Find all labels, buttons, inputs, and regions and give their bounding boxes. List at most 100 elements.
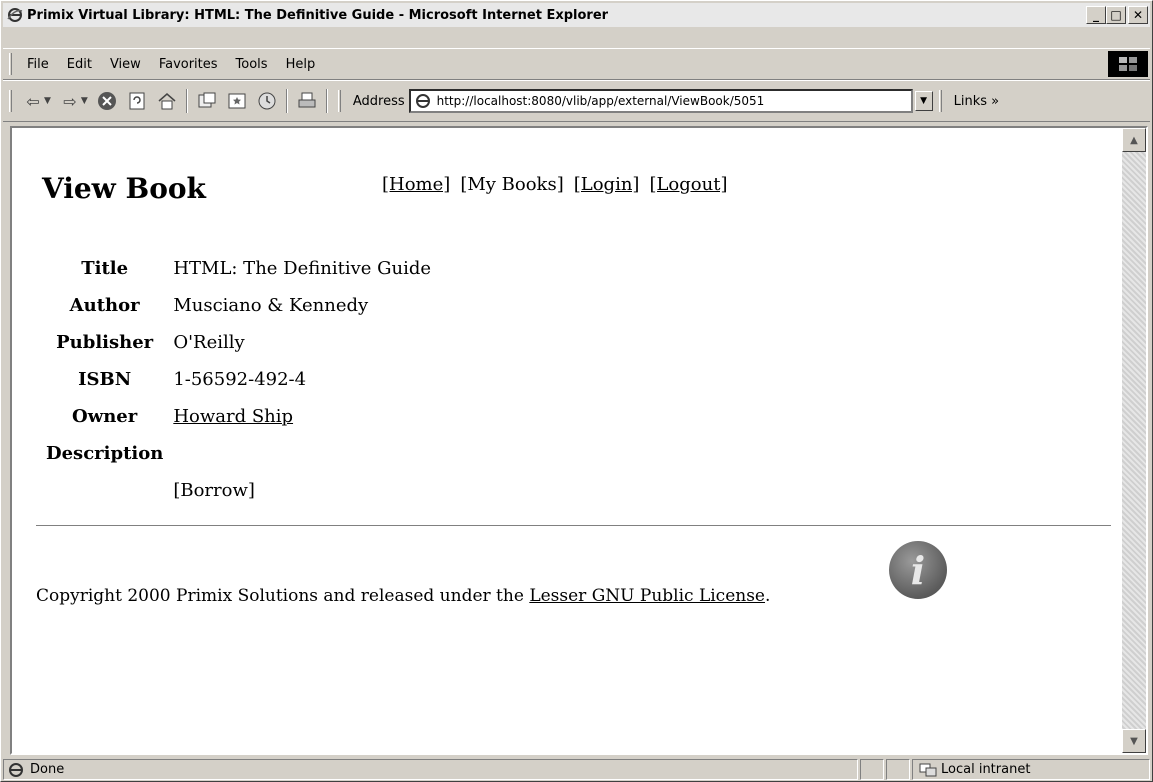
home-button[interactable] — [154, 88, 180, 114]
menu-bar: File Edit View Favorites Tools Help — [3, 48, 1150, 80]
stop-button[interactable] — [94, 88, 120, 114]
isbn-value: 1-56592-492-4 — [173, 369, 307, 390]
status-panel — [886, 759, 910, 780]
favorites-button[interactable] — [224, 88, 250, 114]
standard-toolbar: ⇦ ▼ ⇨ ▼ Address http://localhost:8080/vl… — [3, 80, 1150, 122]
zone-text: Local intranet — [941, 762, 1031, 777]
toolbar-separator — [325, 89, 328, 113]
owner-label: Owner — [72, 406, 138, 427]
table-row: Owner Howard Ship — [40, 398, 437, 435]
title-label: Title — [81, 258, 129, 279]
stop-icon — [97, 92, 116, 110]
links-chevron-icon: » — [991, 93, 1000, 109]
home-icon — [158, 93, 176, 110]
back-arrow-icon: ⇦ — [26, 91, 40, 111]
divider — [36, 525, 1111, 527]
ie-logo-icon — [7, 7, 23, 23]
owner-link[interactable]: Howard Ship — [173, 406, 293, 427]
scroll-down-icon: ▼ — [1130, 735, 1138, 747]
caption-buttons: _ □ ✕ — [1086, 6, 1148, 24]
forward-dropdown-icon[interactable]: ▼ — [81, 96, 88, 106]
favorites-icon — [228, 93, 246, 109]
links-button[interactable]: Links » — [954, 94, 1000, 109]
scroll-up-button[interactable]: ▲ — [1122, 128, 1146, 152]
copyright-text: Copyright 2000 Primix Solutions and rele… — [36, 586, 530, 606]
table-row: ISBN 1-56592-492-4 — [40, 361, 437, 398]
refresh-button[interactable] — [124, 88, 150, 114]
login-link[interactable]: [Login] — [574, 174, 640, 195]
refresh-icon — [129, 92, 145, 110]
links-grip[interactable] — [938, 90, 942, 112]
print-button[interactable] — [294, 88, 320, 114]
status-page-icon — [8, 762, 24, 778]
page-viewport: View Book [Home] [My Books] [Login] [Log… — [10, 126, 1148, 755]
book-details-table: Title HTML: The Definitive Guide Author … — [40, 250, 437, 509]
menu-favorites[interactable]: Favorites — [150, 57, 227, 72]
toolbar-separator — [285, 89, 288, 113]
logout-link[interactable]: [Logout] — [649, 174, 727, 195]
page-title: View Book — [42, 172, 206, 205]
toolbar-separator — [185, 89, 188, 113]
maximize-button[interactable]: □ — [1106, 6, 1126, 24]
status-text: Done — [30, 762, 65, 777]
search-button[interactable] — [194, 88, 220, 114]
history-button[interactable] — [254, 88, 280, 114]
info-letter: i — [910, 547, 926, 593]
printer-icon — [298, 92, 316, 108]
borrow-text: [Borrow] — [173, 480, 255, 501]
table-row: Title HTML: The Definitive Guide — [40, 250, 437, 287]
chevron-down-icon: ▼ — [920, 96, 928, 106]
forward-button[interactable]: ⇨ — [57, 88, 83, 114]
history-icon — [258, 92, 276, 110]
toolbar-grip[interactable] — [9, 90, 12, 112]
table-row: Description — [40, 435, 437, 472]
menu-file[interactable]: File — [18, 57, 58, 72]
info-icon[interactable]: i — [889, 541, 947, 599]
address-label: Address — [352, 93, 405, 109]
minimize-button[interactable]: _ — [1086, 6, 1106, 24]
status-main-panel: Done — [3, 759, 858, 780]
zone-panel: Local intranet — [912, 759, 1150, 780]
home-link[interactable]: [Home] — [382, 174, 450, 195]
address-field[interactable]: http://localhost:8080/vlib/app/external/… — [408, 89, 913, 113]
maximize-icon: □ — [1110, 8, 1122, 22]
status-panel — [860, 759, 884, 780]
title-value: HTML: The Definitive Guide — [173, 258, 432, 279]
links-label: Links — [953, 93, 988, 109]
title-bar: Primix Virtual Library: HTML: The Defini… — [3, 3, 1150, 27]
author-value: Musciano & Kennedy — [173, 295, 369, 316]
my-books-text: [My Books] — [460, 174, 564, 195]
intranet-icon — [919, 762, 937, 778]
footer-period: . — [765, 586, 771, 606]
back-dropdown-icon[interactable]: ▼ — [44, 96, 51, 106]
forward-arrow-icon: ⇨ — [63, 91, 77, 111]
windows-logo-icon — [1108, 51, 1148, 77]
close-icon: ✕ — [1132, 8, 1144, 22]
address-grip[interactable] — [337, 90, 341, 112]
menu-edit[interactable]: Edit — [58, 57, 101, 72]
menu-view[interactable]: View — [101, 57, 150, 72]
browser-window: Primix Virtual Library: HTML: The Defini… — [0, 0, 1153, 782]
nav-links: [Home] [My Books] [Login] [Logout] — [382, 174, 727, 195]
publisher-value: O'Reilly — [173, 332, 245, 353]
address-value: http://localhost:8080/vlib/app/external/… — [436, 94, 765, 108]
author-label: Author — [69, 295, 140, 316]
menu-help[interactable]: Help — [277, 57, 325, 72]
menu-tools[interactable]: Tools — [227, 57, 277, 72]
publisher-label: Publisher — [56, 332, 154, 353]
table-row: Author Musciano & Kennedy — [40, 287, 437, 324]
isbn-label: ISBN — [78, 369, 132, 390]
close-button[interactable]: ✕ — [1128, 6, 1148, 24]
back-button[interactable]: ⇦ — [20, 88, 46, 114]
scroll-up-icon: ▲ — [1130, 134, 1138, 146]
scroll-down-button[interactable]: ▼ — [1122, 729, 1146, 753]
vertical-scrollbar[interactable]: ▲ ▼ — [1122, 128, 1146, 753]
license-link[interactable]: Lesser GNU Public License — [529, 586, 765, 606]
address-dropdown-button[interactable]: ▼ — [914, 91, 933, 111]
footer: Copyright 2000 Primix Solutions and rele… — [36, 586, 770, 606]
window-title: Primix Virtual Library: HTML: The Defini… — [27, 7, 609, 23]
page-icon — [415, 93, 431, 109]
table-row: [Borrow] — [40, 472, 437, 509]
status-bar: Done Local intranet — [3, 758, 1150, 781]
menu-grip[interactable] — [9, 53, 12, 75]
